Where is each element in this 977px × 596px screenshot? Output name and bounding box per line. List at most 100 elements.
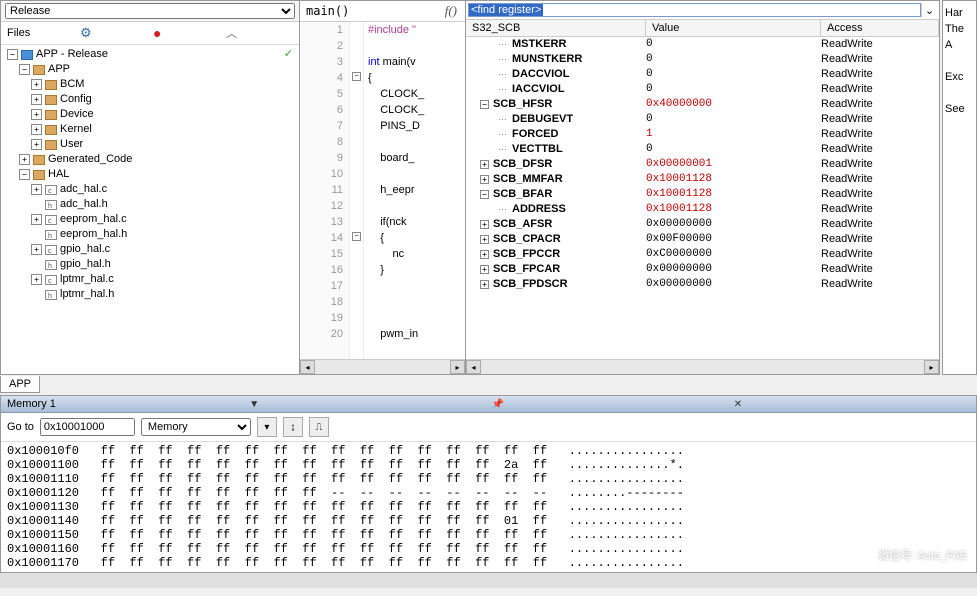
register-row[interactable]: ⋯VECTTBL0ReadWrite [466,142,939,157]
fold-column[interactable]: −− [350,22,364,359]
tree-item[interactable]: +User [7,137,299,152]
col-value[interactable]: Value [646,20,821,36]
expand-icon[interactable]: + [31,139,42,150]
tree-item[interactable]: −APP - Release✓ [7,47,299,62]
file-tree[interactable]: −APP - Release✓−APP+BCM+Config+Device+Ke… [1,45,299,374]
release-dropdown[interactable]: Release [1,1,299,22]
memory-body[interactable]: 0x100010f0 ff ff ff ff ff ff ff ff ff ff… [1,442,976,572]
release-select[interactable]: Release [5,3,295,19]
expand-icon[interactable]: + [31,124,42,135]
register-row[interactable]: −SCB_HFSR0x40000000ReadWrite [466,97,939,112]
expand-icon[interactable]: − [480,190,489,199]
expand-icon[interactable]: + [480,280,489,289]
tree-item[interactable]: −HAL [7,167,299,182]
register-row[interactable]: ⋯ADDRESS0x10001128ReadWrite [466,202,939,217]
tree-item[interactable]: −APP [7,62,299,77]
gear-icon[interactable]: ⚙ [80,25,147,41]
scroll-left-icon[interactable]: ◂ [300,360,315,374]
expand-icon[interactable]: + [31,184,42,195]
tree-item[interactable]: eeprom_hal.h [7,227,299,242]
expand-icon[interactable]: + [480,235,489,244]
register-row[interactable]: ⋯DEBUGEVT0ReadWrite [466,112,939,127]
register-row[interactable]: +SCB_CPACR0x00F00000ReadWrite [466,232,939,247]
close-icon[interactable]: ✕ [734,399,970,410]
expand-icon[interactable]: + [31,274,42,285]
dropdown-icon[interactable]: ▼ [249,399,485,410]
pin-icon[interactable]: 📌 [492,399,728,410]
expand-icon[interactable]: + [480,265,489,274]
expand-icon[interactable]: + [480,250,489,259]
tree-item[interactable]: +Kernel [7,122,299,137]
tree-item[interactable]: +eeprom_hal.c [7,212,299,227]
check-icon: ✓ [284,47,293,62]
code-hscroll[interactable]: ◂ ▸ [300,359,465,374]
find-register-input[interactable]: <find register> [468,3,921,17]
toolbar-btn-2[interactable]: ↨ [283,417,303,437]
memory-mode-select[interactable]: Memory [141,418,251,436]
tree-item[interactable]: +Config [7,92,299,107]
collapse-icon[interactable]: ︿ [226,25,293,41]
toolbar-btn-3[interactable]: ⎍ [309,417,329,437]
register-row[interactable]: +SCB_DFSR0x00000001ReadWrite [466,157,939,172]
register-row[interactable]: +SCB_FPDSCR0x00000000ReadWrite [466,277,939,292]
memory-title-bar[interactable]: Memory 1 ▼ 📌 ✕ [1,396,976,413]
register-panel: <find register> ⌄ S32_SCB Value Access ⋯… [465,0,940,375]
code-body[interactable]: 1 2 3 4 5 6 7 8 9 10 11 12 13 14 15 16 1… [300,22,465,359]
find-register-bar[interactable]: <find register> ⌄ [466,1,939,20]
register-row[interactable]: ⋯MSTKERR0ReadWrite [466,37,939,52]
col-access[interactable]: Access [821,20,939,36]
scroll-right-icon[interactable]: ▸ [924,360,939,374]
expand-icon[interactable]: + [480,160,489,169]
address-input[interactable] [40,418,135,436]
tree-item[interactable]: gpio_hal.h [7,257,299,272]
register-row[interactable]: ⋯DACCVIOL0ReadWrite [466,67,939,82]
expand-icon[interactable]: + [31,109,42,120]
c-icon [45,245,57,255]
tree-item[interactable]: +BCM [7,77,299,92]
bottom-scrollbar[interactable] [0,573,977,588]
tree-item[interactable]: adc_hal.h [7,197,299,212]
fold-icon[interactable]: − [352,72,361,81]
record-icon[interactable]: ● [153,25,220,41]
register-row[interactable]: +SCB_FPCAR0x00000000ReadWrite [466,262,939,277]
expand-icon[interactable]: + [480,220,489,229]
expand-icon[interactable]: + [31,79,42,90]
code-lines[interactable]: #include " int main(v { CLOCK_ CLOCK_ PI… [364,22,465,359]
tree-item[interactable]: +lptmr_hal.c [7,272,299,287]
expand-icon[interactable]: + [31,244,42,255]
expand-icon[interactable]: − [7,49,18,60]
function-icon[interactable]: f() [439,3,463,19]
register-row[interactable]: +SCB_FPCCR0xC0000000ReadWrite [466,247,939,262]
app-tab[interactable]: APP [0,376,40,393]
expand-icon[interactable]: + [31,214,42,225]
tree-item[interactable]: +Device [7,107,299,122]
scroll-left-icon[interactable]: ◂ [466,360,481,374]
register-row[interactable]: +SCB_AFSR0x00000000ReadWrite [466,217,939,232]
scroll-right-icon[interactable]: ▸ [450,360,465,374]
memory-toolbar: Go to Memory ▾ ↨ ⎍ [1,413,976,442]
col-name[interactable]: S32_SCB [466,20,646,36]
expand-icon[interactable]: + [31,94,42,105]
expand-icon[interactable]: − [480,100,489,109]
register-row[interactable]: ⋯MUNSTKERR0ReadWrite [466,52,939,67]
find-dropdown-icon[interactable]: ⌄ [921,3,937,17]
h-icon [45,290,57,300]
tree-item[interactable]: lptmr_hal.h [7,287,299,302]
register-row[interactable]: ⋯FORCED1ReadWrite [466,127,939,142]
expand-icon[interactable]: + [480,175,489,184]
register-rows[interactable]: ⋯MSTKERR0ReadWrite⋯MUNSTKERR0ReadWrite⋯D… [466,37,939,359]
register-row[interactable]: ⋯IACCVIOL0ReadWrite [466,82,939,97]
toolbar-btn-1[interactable]: ▾ [257,417,277,437]
tree-item[interactable]: +adc_hal.c [7,182,299,197]
fold-icon[interactable]: − [352,232,361,241]
tree-item[interactable]: +gpio_hal.c [7,242,299,257]
fld-icon [45,125,57,135]
expand-icon[interactable]: − [19,64,30,75]
tree-item[interactable]: +Generated_Code [7,152,299,167]
h-icon [45,230,57,240]
register-row[interactable]: +SCB_MMFAR0x10001128ReadWrite [466,172,939,187]
expand-icon[interactable]: − [19,169,30,180]
expand-icon[interactable]: + [19,154,30,165]
register-hscroll[interactable]: ◂ ▸ [466,359,939,374]
register-row[interactable]: −SCB_BFAR0x10001128ReadWrite [466,187,939,202]
